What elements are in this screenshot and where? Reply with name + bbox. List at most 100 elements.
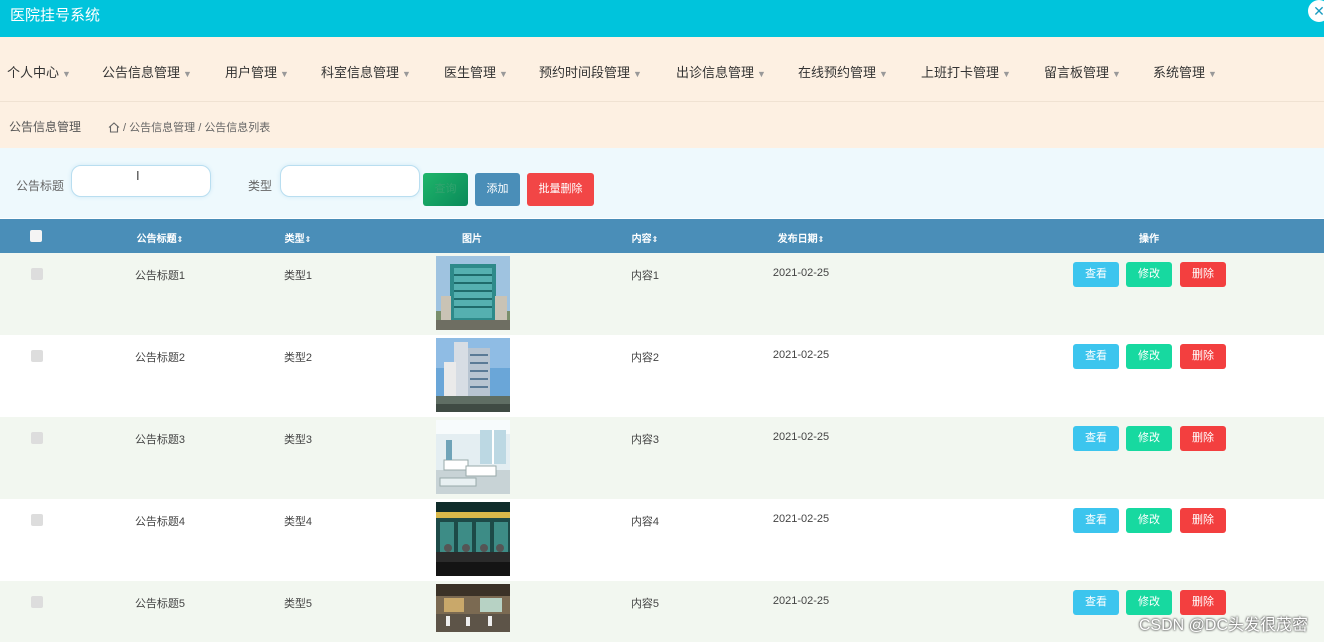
hospital-lobby-image [436, 584, 510, 632]
nav-item-clinics[interactable]: 出诊信息管理 ▼ [676, 62, 766, 81]
nav-label: 公告信息管理 [102, 65, 181, 80]
cell-title: 公告标题1 [134, 270, 186, 282]
cell-content: 内容2 [630, 352, 660, 364]
nav-item-notice[interactable]: 公告信息管理 ▼ [102, 62, 192, 81]
title-search-input[interactable] [71, 165, 211, 197]
caret-down-icon: ▼ [62, 69, 71, 79]
text-cursor-icon: I [136, 168, 140, 183]
nav-item-profile[interactable]: 个人中心 ▼ [7, 62, 71, 81]
header-label: 内容 [631, 234, 652, 245]
view-button[interactable]: 查看 [1073, 508, 1119, 533]
nav-item-departments[interactable]: 科室信息管理 ▼ [321, 62, 411, 81]
nav-item-system[interactable]: 系统管理 ▼ [1153, 62, 1217, 81]
column-header-image: 图片 [462, 234, 482, 245]
cell-type: 类型2 [283, 352, 313, 364]
table-row: 公告标题4 类型4 内容4 2021-02-25 查看 修改 删除 [0, 499, 1324, 581]
view-button[interactable]: 查看 [1073, 344, 1119, 369]
close-icon[interactable]: ✕ [1308, 0, 1324, 22]
header-label: 公告标题 [136, 234, 177, 245]
edit-button[interactable]: 修改 [1126, 262, 1172, 287]
search-button[interactable]: 查询 [423, 173, 468, 206]
table-row: 公告标题3 类型3 内容3 2021-02-25 查看 修改 删除 [0, 417, 1324, 499]
cell-type: 类型1 [283, 270, 313, 282]
caret-down-icon: ▼ [280, 69, 289, 79]
view-button[interactable]: 查看 [1073, 262, 1119, 287]
caret-down-icon: ▼ [633, 69, 642, 79]
cell-type: 类型5 [283, 598, 313, 610]
caret-down-icon: ▼ [1002, 69, 1011, 79]
delete-button[interactable]: 删除 [1180, 262, 1226, 287]
sort-icon: ⇕ [176, 235, 184, 244]
nav-item-timeslots[interactable]: 预约时间段管理 ▼ [539, 62, 642, 81]
nav-label: 在线预约管理 [798, 65, 877, 80]
header-label: 类型 [284, 234, 305, 245]
row-checkbox[interactable] [31, 432, 43, 444]
cell-type: 类型3 [283, 434, 313, 446]
hospital-ward-image [436, 420, 510, 494]
caret-down-icon: ▼ [402, 69, 411, 79]
nav-label: 个人中心 [7, 65, 60, 80]
table-row: 公告标题1 类型1 内容1 2021-02-25 查看 修改 删除 [0, 253, 1324, 335]
edit-button[interactable]: 修改 [1126, 426, 1172, 451]
caret-down-icon: ▼ [499, 69, 508, 79]
nav-item-doctors[interactable]: 医生管理 ▼ [444, 62, 508, 81]
cell-date: 2021-02-25 [772, 349, 830, 361]
batch-delete-button[interactable]: 批量删除 [527, 173, 594, 206]
view-button[interactable]: 查看 [1073, 590, 1119, 615]
caret-down-icon: ▼ [879, 69, 888, 79]
column-header-title[interactable]: 公告标题⇕ [137, 230, 184, 245]
nav-item-users[interactable]: 用户管理 ▼ [225, 62, 289, 81]
title-bar: 医院挂号系统 [0, 0, 1324, 37]
nav-label: 科室信息管理 [321, 65, 400, 80]
nav-label: 用户管理 [225, 65, 278, 80]
column-header-type[interactable]: 类型⇕ [285, 230, 312, 245]
breadcrumb-item-notice-list: 公告信息列表 [204, 122, 271, 134]
delete-button[interactable]: 删除 [1180, 344, 1226, 369]
cell-content: 内容3 [630, 434, 660, 446]
nav-label: 出诊信息管理 [676, 65, 755, 80]
delete-button[interactable]: 删除 [1180, 426, 1226, 451]
registration-hall-image [436, 502, 510, 576]
view-button[interactable]: 查看 [1073, 426, 1119, 451]
breadcrumb-bar: 公告信息管理 / 公告信息管理 / 公告信息列表 [0, 102, 1324, 148]
cell-title: 公告标题2 [134, 352, 186, 364]
add-button[interactable]: 添加 [475, 173, 520, 206]
row-checkbox[interactable] [31, 350, 43, 362]
breadcrumb: / 公告信息管理 / 公告信息列表 [108, 119, 270, 136]
column-header-date[interactable]: 发布日期⇕ [778, 230, 825, 245]
breadcrumb-separator: / [198, 122, 202, 134]
column-header-actions: 操作 [1139, 234, 1159, 245]
nav-item-attendance[interactable]: 上班打卡管理 ▼ [921, 62, 1011, 81]
title-filter-label: 公告标题 [16, 179, 65, 193]
column-header-content[interactable]: 内容⇕ [632, 230, 659, 245]
select-all-checkbox[interactable] [30, 230, 42, 242]
table-row: 公告标题2 类型2 内容2 2021-02-25 查看 修改 删除 [0, 335, 1324, 417]
cell-date: 2021-02-25 [772, 267, 830, 279]
table-row: 公告标题5 类型5 内容5 2021-02-25 查看 修改 删除 [0, 581, 1324, 642]
breadcrumb-separator: / [123, 122, 127, 134]
nav-label: 系统管理 [1153, 65, 1206, 80]
cell-content: 内容5 [630, 598, 660, 610]
nav-item-messages[interactable]: 留言板管理 ▼ [1044, 62, 1121, 81]
home-icon[interactable] [108, 122, 120, 136]
row-checkbox[interactable] [31, 514, 43, 526]
type-search-input[interactable] [280, 165, 420, 197]
caret-down-icon: ▼ [1112, 69, 1121, 79]
breadcrumb-item-notice-management[interactable]: 公告信息管理 [129, 122, 195, 134]
delete-button[interactable]: 删除 [1180, 508, 1226, 533]
edit-button[interactable]: 修改 [1126, 344, 1172, 369]
row-checkbox[interactable] [31, 268, 43, 280]
cell-content: 内容1 [630, 270, 660, 282]
cell-type: 类型4 [283, 516, 313, 528]
main-nav: 个人中心 ▼ 公告信息管理 ▼ 用户管理 ▼ 科室信息管理 ▼ 医生管理 ▼ 预约时间段管… [0, 37, 1324, 102]
nav-label: 预约时间段管理 [539, 65, 631, 80]
search-panel: 公告标题 类型 查询 添加 批量删除 [0, 148, 1324, 218]
watermark: CSDN @DC头发很茂密 [1138, 617, 1308, 634]
nav-item-appointments[interactable]: 在线预约管理 ▼ [798, 62, 888, 81]
edit-button[interactable]: 修改 [1126, 508, 1172, 533]
caret-down-icon: ▼ [1208, 69, 1217, 79]
row-checkbox[interactable] [31, 596, 43, 608]
caret-down-icon: ▼ [757, 69, 766, 79]
cell-title: 公告标题4 [134, 516, 186, 528]
nav-label: 医生管理 [444, 65, 497, 80]
